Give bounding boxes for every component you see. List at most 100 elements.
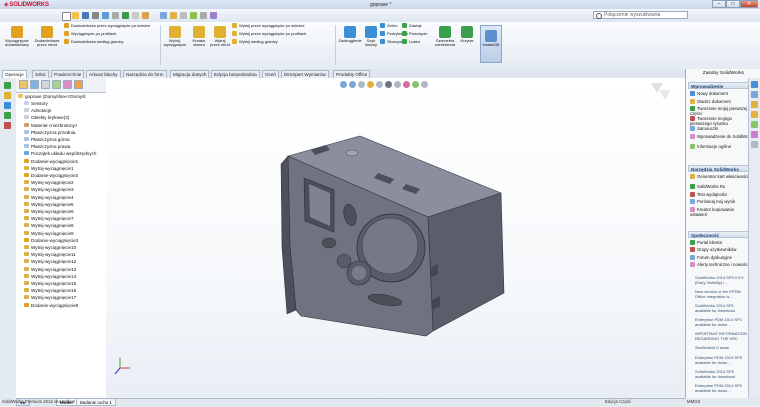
tree-item[interactable]: Dodanie-wyciągnięcie2 bbox=[24, 173, 78, 179]
tools-icon[interactable] bbox=[180, 12, 187, 19]
news-item[interactable]: IMPORTANT INFORMATION REGARDING THE VRC bbox=[695, 331, 748, 341]
revolve-boss-button[interactable]: Dodanie/baza przez obrót bbox=[33, 26, 61, 48]
rebuild-icon[interactable] bbox=[122, 12, 129, 19]
appearances-scenes-icon[interactable] bbox=[751, 131, 758, 138]
task-pane-link[interactable]: Wprowadzenie do SolidWo bbox=[690, 133, 748, 139]
tree-item[interactable]: Sensory bbox=[24, 101, 48, 107]
tree-item[interactable]: Dodanie-wyciągnięcie1 bbox=[24, 158, 78, 165]
revolve-cut-button[interactable]: Wytnij przez obrót bbox=[210, 26, 230, 48]
3d-content-icon[interactable] bbox=[751, 91, 758, 98]
close-button[interactable]: ✕ bbox=[740, 0, 758, 8]
tab-produkty-office[interactable]: Produkty Office bbox=[333, 70, 371, 78]
apply-scene-icon[interactable] bbox=[412, 81, 419, 88]
tree-item[interactable]: Wytnij-wyciągnięcie2 bbox=[24, 180, 74, 186]
task-pane-link[interactable]: Tworzenie mojego pierwszego rysunku bbox=[690, 116, 748, 126]
section-view-icon[interactable] bbox=[367, 81, 374, 88]
tree-item[interactable]: Wytnij-wyciągnięcie16 bbox=[24, 288, 76, 294]
sweep-cut-button[interactable]: Wytnij przez wyciągnięcie po ścieżce bbox=[232, 23, 305, 28]
task-pane-link[interactable]: Grupy użytkowników bbox=[690, 247, 748, 252]
news-item[interactable]: Enterprise PDM 2013 SP5 available for do… bbox=[695, 355, 748, 365]
undo-icon[interactable] bbox=[102, 12, 109, 19]
scene-icon[interactable] bbox=[210, 12, 217, 19]
task-pane-link[interactable]: Porównaj mój wynik bbox=[690, 199, 748, 204]
tree-item[interactable]: Dodanie-wyciągnięcie3 bbox=[24, 237, 78, 244]
news-item[interactable]: New version of the EPDM Office Integrati… bbox=[695, 289, 748, 299]
display-style-icon[interactable] bbox=[385, 81, 392, 88]
task-pane-section-header[interactable]: Wprowadzenie bbox=[688, 82, 748, 89]
task-pane-link[interactable]: Otwórz dokument bbox=[690, 98, 748, 104]
instant3d-button[interactable]: Instant3D bbox=[480, 25, 502, 63]
news-item[interactable]: SolidWorks 2013 SP5 available for downlo… bbox=[695, 369, 748, 379]
tree-item[interactable]: Obiekty bryłowe(2) bbox=[24, 115, 69, 121]
print-icon[interactable] bbox=[92, 12, 99, 19]
task-pane-link[interactable]: Generator kart właściwości bbox=[690, 174, 748, 179]
task-pane-link[interactable]: SolidWorks Rx bbox=[690, 184, 748, 189]
view-palette-icon[interactable] bbox=[751, 121, 758, 128]
tree-item[interactable]: Płaszczyzna przednia bbox=[24, 129, 75, 136]
task-pane-link[interactable]: Forum dyskusyjne bbox=[690, 254, 748, 260]
tree-item[interactable]: Wytnij-wyciągnięcie14 bbox=[24, 273, 76, 280]
hole-wizard-button[interactable]: Kreator otworu bbox=[188, 26, 210, 48]
news-item[interactable]: SolidWorks 2014 SP0.0 EV (Early Visibili… bbox=[695, 275, 748, 285]
sweep-boss-button[interactable]: Dodanie/baza przez wyciągnięcie po ścież… bbox=[64, 23, 150, 28]
tree-item[interactable]: Wytnij-wyciągnięcie10 bbox=[24, 245, 76, 251]
rib-button[interactable]: Żebro bbox=[380, 23, 397, 28]
tab-ocen[interactable]: Oceń bbox=[262, 70, 279, 78]
tree-item[interactable]: Wytnij-wyciągnięcie9 bbox=[24, 230, 74, 237]
tree-item[interactable]: Materiał <niezbrołony> bbox=[24, 122, 77, 129]
tree-item[interactable]: Wytnij-wyciągnięcie11 bbox=[24, 252, 76, 258]
boundary-boss-button[interactable]: Dodanie/baza według granicy bbox=[64, 39, 123, 44]
task-pane-link[interactable]: Portal klienta bbox=[690, 239, 748, 245]
select-icon[interactable] bbox=[112, 12, 119, 19]
tab-migracja-danych[interactable]: Migracja danych bbox=[170, 70, 210, 78]
news-item[interactable]: Enterprise PDM 2014 SP0 available for do… bbox=[695, 383, 748, 393]
tree-item[interactable]: Adnotacje bbox=[24, 108, 51, 114]
fillet-button[interactable]: Zaokrąglenie bbox=[337, 26, 363, 43]
appearance-tab-icon[interactable] bbox=[74, 80, 83, 89]
tab-powierzchnie[interactable]: Powierzchnie bbox=[51, 70, 85, 78]
extrude-cut-button[interactable]: Wytnij-wyciągnięcie bbox=[163, 26, 187, 48]
task-pane-link[interactable]: Informacje ogólne bbox=[690, 143, 748, 149]
tab-dimxpert[interactable]: DimXpert Wymiarów bbox=[281, 70, 329, 78]
zoom-to-area-icon[interactable] bbox=[349, 81, 356, 88]
graphics-area[interactable] bbox=[106, 78, 685, 398]
search-input[interactable]: Połączenie wyszukiwania bbox=[593, 11, 688, 19]
task-pane-section-header[interactable]: Narzędzia SolidWorks bbox=[688, 165, 748, 172]
circle-icon[interactable] bbox=[4, 112, 11, 119]
maximize-button[interactable]: □ bbox=[726, 0, 740, 8]
tree-item[interactable]: Wytnij-wyciągnięcie3 bbox=[24, 187, 74, 193]
tab-narzedzia-do-form[interactable]: Narzędzia do form bbox=[123, 70, 167, 78]
mirror-button[interactable]: Lustro bbox=[402, 39, 420, 44]
task-pane-link[interactable]: Kreator kopiowania ustawień bbox=[690, 206, 748, 217]
custom-properties-icon[interactable] bbox=[751, 141, 758, 148]
save-icon[interactable] bbox=[82, 12, 89, 19]
tree-item[interactable]: Wytnij-wyciągnięcie15 bbox=[24, 281, 76, 287]
tree-item[interactable]: Dodanie-wyciągnięcie8 bbox=[24, 302, 78, 309]
tree-root[interactable]: gopraxe (Domyślna<<Domyśl bbox=[18, 94, 86, 100]
shell-button[interactable]: Skorupa bbox=[380, 39, 402, 44]
tab-operacje[interactable]: Operacje bbox=[2, 70, 27, 78]
task-pane-link[interactable]: Samouczki bbox=[690, 126, 748, 131]
task-pane-link[interactable]: Nowy dokument bbox=[690, 91, 748, 96]
display-manager-tab-icon[interactable] bbox=[63, 80, 72, 89]
home-icon[interactable] bbox=[751, 81, 758, 88]
tree-item[interactable]: Wytnij-wyciągnięcie12 bbox=[24, 259, 76, 265]
tree-item[interactable]: Wytnij-wyciągnięcie13 bbox=[24, 266, 76, 273]
appearance-icon[interactable] bbox=[190, 12, 197, 19]
status-units[interactable]: MMGS bbox=[687, 398, 700, 406]
feature-tree-tab-icon[interactable] bbox=[19, 80, 28, 89]
reference-geometry-button[interactable]: Geometria odniesienia bbox=[433, 26, 457, 48]
edit-appearance-icon[interactable] bbox=[403, 81, 410, 88]
boundary-cut-button[interactable]: Wytnij według granicy bbox=[232, 39, 278, 44]
news-item[interactable]: SolidWorks 2014 SP1 available for downlo… bbox=[695, 303, 748, 313]
line-icon[interactable] bbox=[4, 102, 11, 109]
news-item[interactable]: SimWorks4.0 issue bbox=[695, 345, 748, 351]
display-style-icon[interactable] bbox=[200, 12, 207, 19]
tree-item[interactable]: Płaszczyzna prawa bbox=[24, 144, 70, 150]
task-pane-link[interactable]: Tworzenie mojej pierwszej części bbox=[690, 106, 748, 116]
zoom-to-fit-icon[interactable] bbox=[340, 81, 347, 88]
linear-pattern-button[interactable]: Szyk liniowy bbox=[364, 26, 378, 48]
file-properties-icon[interactable] bbox=[132, 12, 139, 19]
tree-item[interactable]: Wytnij-wyciągnięcie4 bbox=[24, 194, 74, 201]
wrap-button[interactable]: Zawiąż bbox=[402, 23, 422, 28]
